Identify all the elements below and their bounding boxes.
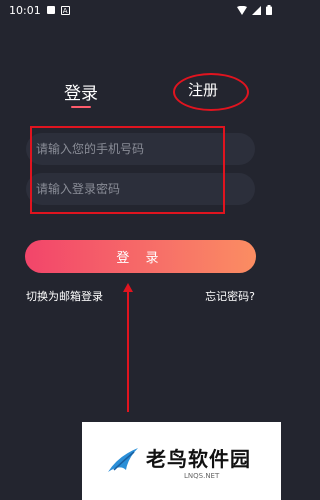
tab-active-indicator	[71, 106, 91, 108]
tab-login[interactable]: 登录	[64, 79, 98, 104]
watermark-title: 老鸟软件园	[146, 446, 251, 471]
watermark-subtitle: LNQS.NET	[184, 471, 220, 480]
login-button[interactable]: 登 录	[25, 240, 256, 273]
annotation-arrow	[123, 283, 133, 412]
bird-logo-icon	[108, 448, 138, 472]
wifi-icon	[237, 5, 247, 15]
forgot-password-link[interactable]: 忘记密码?	[205, 288, 255, 304]
notification-square-icon	[46, 6, 55, 14]
switch-email-link[interactable]: 切换为邮箱登录	[26, 288, 103, 304]
status-time: 10:01	[9, 3, 41, 17]
annotation-rectangle	[30, 126, 225, 214]
status-bar: 10:01 A	[0, 0, 281, 20]
watermark-text: 老鸟软件园 LNQS.NET	[146, 443, 251, 480]
status-left: 10:01 A	[9, 4, 70, 17]
notification-a-icon: A	[60, 5, 70, 15]
annotation-ellipse	[173, 73, 249, 111]
watermark: 老鸟软件园 LNQS.NET	[82, 422, 281, 500]
battery-icon	[266, 5, 272, 15]
signal-icon	[252, 5, 261, 15]
status-right	[237, 5, 272, 15]
